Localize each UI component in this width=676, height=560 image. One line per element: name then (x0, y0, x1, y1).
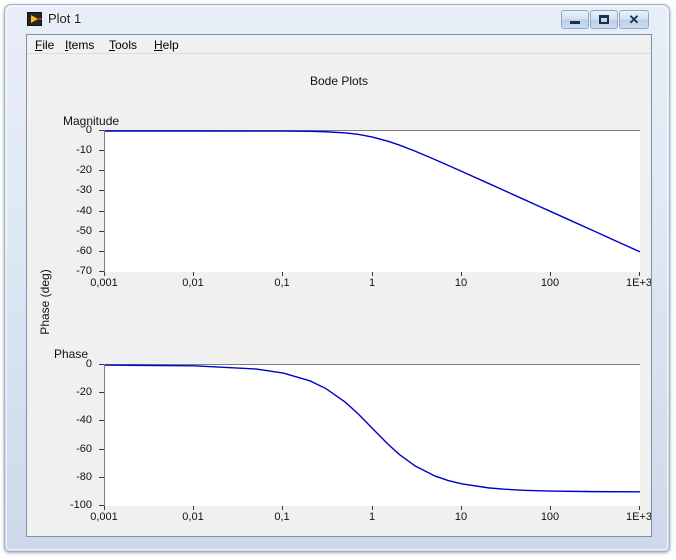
x-tick-label: 1 (368, 277, 376, 289)
phase-curve (104, 364, 641, 493)
y-tick-label: -10 (76, 144, 92, 156)
menu-item-items-rest: tems (68, 38, 95, 52)
menu-bar: File Items Tools Help (27, 35, 651, 54)
menu-item-file-rest: ile (42, 38, 55, 52)
x-tick-mark (104, 506, 105, 510)
minimize-button[interactable] (561, 10, 589, 29)
y-tick-mark (99, 190, 104, 191)
y-tick-label: -40 (76, 205, 92, 217)
x-tick-mark (550, 506, 551, 510)
phase-plot-area[interactable] (104, 364, 641, 506)
y-tick-mark (99, 392, 104, 393)
status-line (27, 533, 651, 536)
close-icon: ✕ (628, 11, 640, 27)
y-tick-label: -30 (76, 184, 92, 196)
y-tick-mark (99, 170, 104, 171)
labview-plot-icon (27, 12, 42, 26)
window-title: Plot 1 (48, 11, 82, 26)
y-tick-label: -20 (76, 386, 92, 398)
x-tick-label: 1E+3 (626, 511, 651, 523)
x-tick-label: 0,01 (182, 277, 204, 289)
y-tick-mark (99, 449, 104, 450)
y-tick-mark (99, 231, 104, 232)
x-tick-mark (461, 506, 462, 510)
x-tick-label: 0,001 (90, 511, 118, 523)
maximize-icon (591, 11, 617, 28)
x-tick-mark (104, 272, 105, 276)
x-tick-label: 0,01 (182, 511, 204, 523)
y-tick-label: -60 (76, 443, 92, 455)
title-bar[interactable]: Plot 1 ✕ (5, 5, 671, 33)
x-tick-label: 100 (540, 511, 560, 523)
y-tick-label: -60 (76, 245, 92, 257)
menu-item-tools-rest: ools (115, 38, 138, 52)
x-tick-mark (461, 272, 462, 276)
maximize-button[interactable] (590, 10, 618, 29)
y-tick-mark (99, 420, 104, 421)
y-tick-mark (99, 364, 104, 365)
x-tick-mark (282, 506, 283, 510)
x-tick-label: 0,1 (274, 277, 290, 289)
y-tick-mark (99, 251, 104, 252)
bode-graph[interactable]: Bode Plots Magnitude Phase Phase (deg) F… (27, 54, 651, 536)
x-tick-label: 1E+3 (626, 277, 651, 289)
y-tick-mark (99, 211, 104, 212)
x-tick-label: 100 (540, 277, 560, 289)
x-tick-mark (193, 506, 194, 510)
y-tick-label: -100 (69, 499, 92, 511)
menu-item-help[interactable]: Help (154, 38, 179, 52)
magnitude-curve (105, 130, 641, 253)
x-tick-label: 10 (454, 277, 468, 289)
menu-item-items[interactable]: Items (65, 38, 94, 52)
x-tick-mark (639, 272, 640, 276)
magnitude-plot-area[interactable] (104, 130, 641, 272)
x-tick-mark (372, 272, 373, 276)
chart-title: Bode Plots (309, 74, 369, 88)
y-tick-mark (99, 130, 104, 131)
y-tick-label: -50 (76, 225, 92, 237)
minimize-icon (562, 11, 588, 28)
x-tick-mark (372, 506, 373, 510)
y-tick-mark (99, 477, 104, 478)
x-tick-label: 0,001 (90, 277, 118, 289)
x-tick-label: 0,1 (274, 511, 290, 523)
y-tick-label: -70 (76, 265, 92, 277)
client-area: File Items Tools Help Bode Plots Magnitu… (26, 34, 652, 537)
y-tick-label: 0 (85, 358, 92, 370)
y-tick-label: -40 (76, 414, 92, 426)
x-tick-mark (550, 272, 551, 276)
x-tick-label: 10 (454, 511, 468, 523)
y-axis-title: Phase (deg) (38, 269, 52, 335)
menu-accel-help: H (154, 38, 163, 52)
y-tick-label: -20 (76, 164, 92, 176)
y-tick-label: 0 (85, 124, 92, 136)
x-tick-label: 1 (368, 511, 376, 523)
y-tick-label: -80 (76, 471, 92, 483)
x-tick-mark (282, 272, 283, 276)
menu-item-help-rest: elp (162, 38, 179, 52)
menu-item-tools[interactable]: Tools (109, 38, 137, 52)
y-tick-mark (99, 150, 104, 151)
menu-item-file[interactable]: File (35, 38, 54, 52)
plot-window: Plot 1 ✕ File Items Tools Help Bode Plot… (4, 4, 670, 552)
x-tick-mark (193, 272, 194, 276)
close-button[interactable]: ✕ (619, 10, 649, 29)
x-tick-mark (639, 506, 640, 510)
